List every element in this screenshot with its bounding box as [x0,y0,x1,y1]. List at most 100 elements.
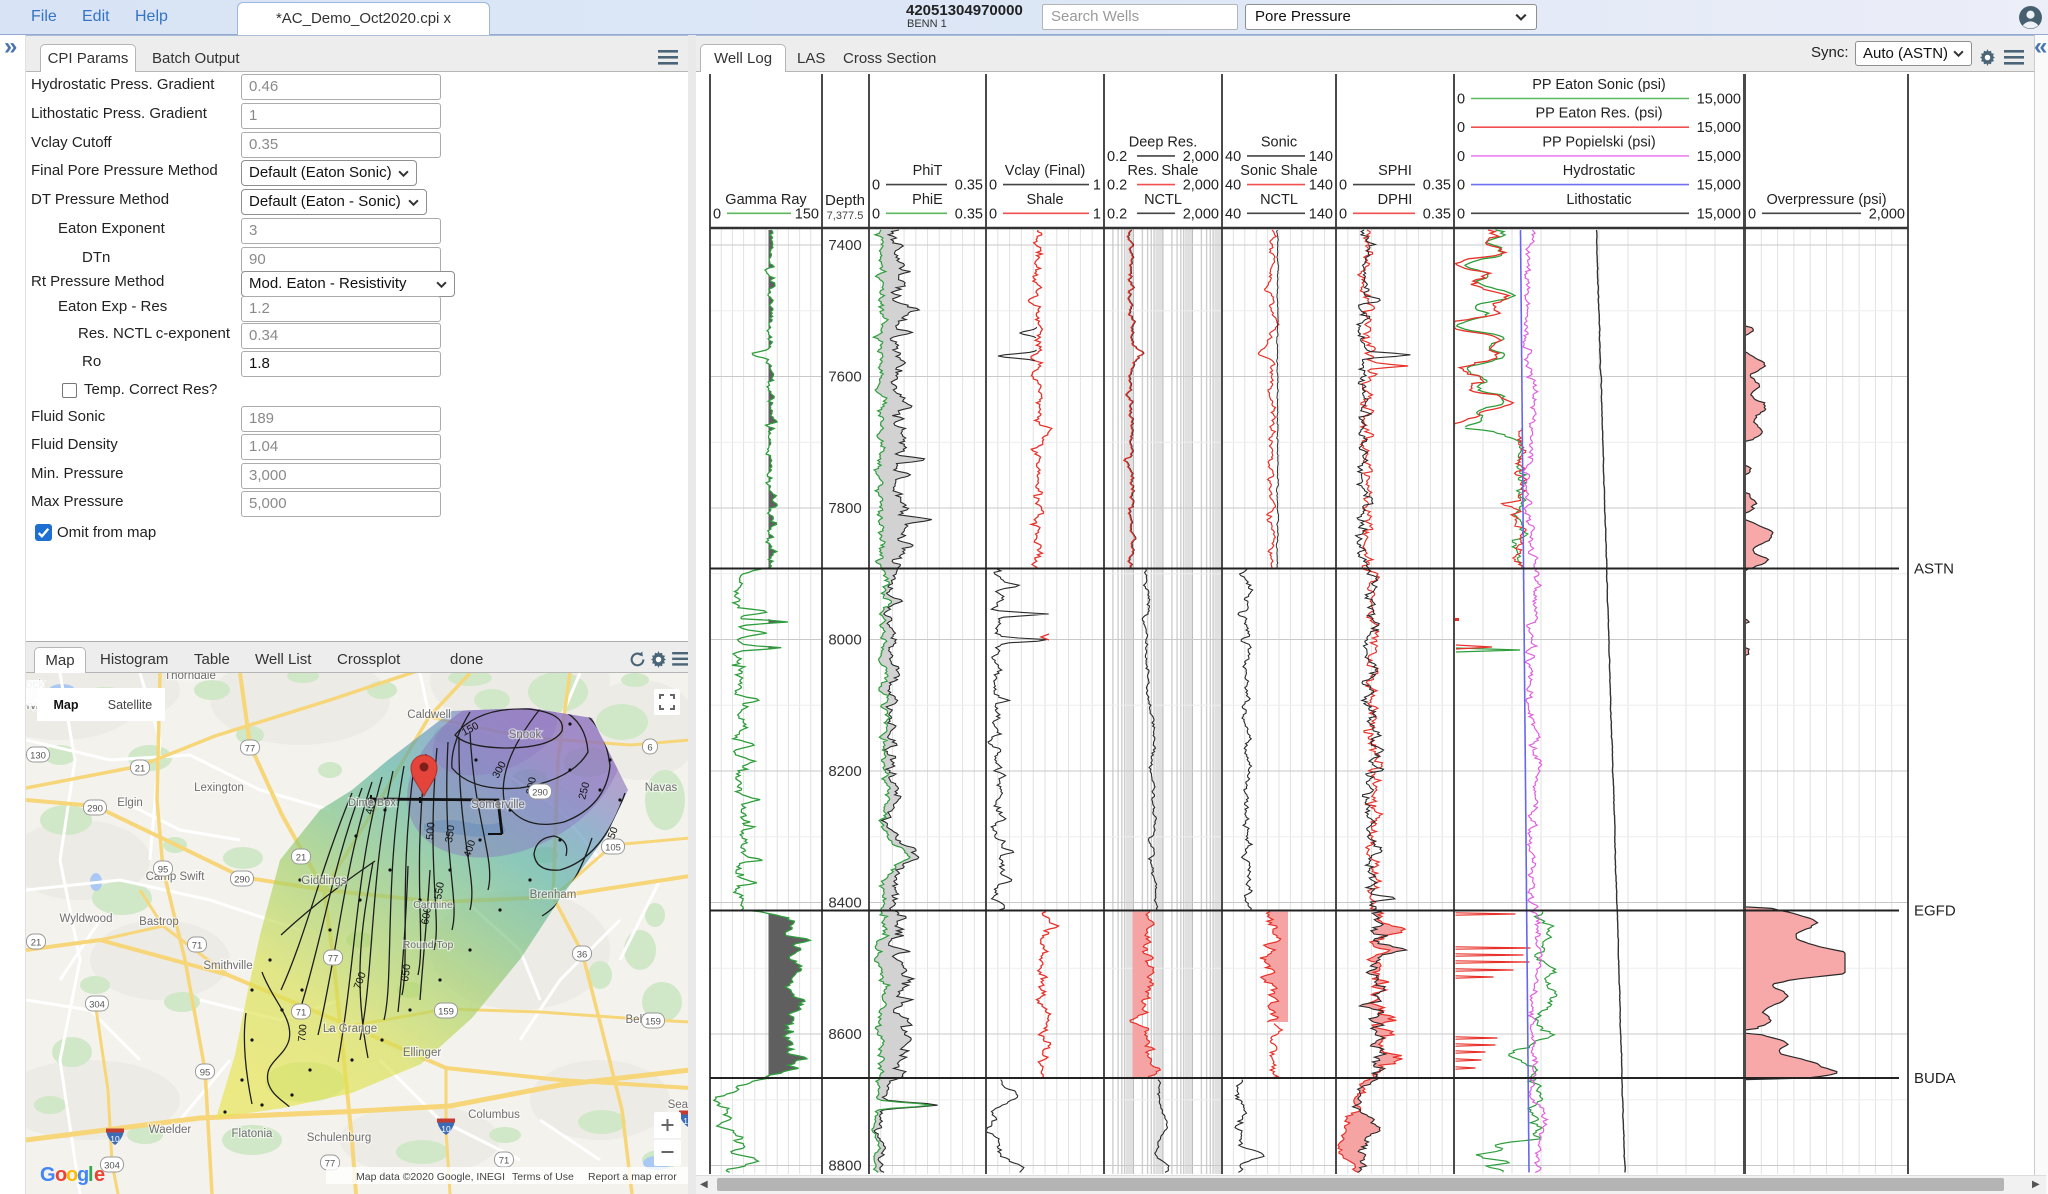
svg-text:ASTN: ASTN [1914,561,1954,578]
svg-text:PP Eaton Sonic (psi): PP Eaton Sonic (psi) [1532,77,1666,93]
svg-text:8800: 8800 [828,1158,861,1175]
svg-text:40: 40 [1225,178,1241,194]
svg-text:40: 40 [1225,149,1241,165]
svg-text:Snook: Snook [509,729,542,741]
svg-text:PP Popielski (psi): PP Popielski (psi) [1542,134,1655,150]
svg-text:Schulenburg: Schulenburg [307,1132,372,1144]
svg-text:21: 21 [31,938,42,949]
svg-text:290: 290 [234,875,250,886]
svg-text:0: 0 [1457,92,1465,108]
svg-text:15,000: 15,000 [1697,92,1741,108]
svg-text:2,000: 2,000 [1183,206,1219,222]
svg-text:Brenham: Brenham [530,889,577,901]
svg-text:159: 159 [645,1017,661,1028]
svg-text:EGFD: EGFD [1914,903,1956,920]
svg-text:150: 150 [795,206,819,222]
svg-text:Ellinger: Ellinger [403,1047,442,1059]
svg-text:77: 77 [328,954,339,965]
svg-text:350: 350 [443,824,457,843]
svg-text:290: 290 [532,788,548,799]
svg-text:Satellite: Satellite [108,698,153,712]
svg-text:0: 0 [872,178,880,194]
svg-text:Columbus: Columbus [468,1109,520,1121]
svg-text:71: 71 [296,1008,307,1019]
svg-text:NCTL: NCTL [1260,192,1298,208]
svg-text:2,000: 2,000 [1183,178,1219,194]
svg-text:l: l [88,1164,94,1186]
svg-text:G: G [40,1164,56,1186]
svg-text:0.35: 0.35 [1423,178,1451,194]
svg-text:10: 10 [110,1134,120,1144]
svg-text:0: 0 [1457,120,1465,136]
svg-text:7,377.5: 7,377.5 [827,210,864,222]
svg-text:7600: 7600 [828,369,861,386]
svg-text:PhiE: PhiE [912,192,943,208]
svg-text:Vclay (Final): Vclay (Final) [1005,163,1086,179]
svg-text:Thorndale: Thorndale [164,673,216,682]
svg-text:0: 0 [989,178,997,194]
svg-text:71: 71 [192,941,203,952]
svg-text:36: 36 [577,950,588,961]
svg-text:0.2: 0.2 [1107,206,1127,222]
svg-text:Giddings: Giddings [301,875,347,887]
svg-text:Flatonia: Flatonia [232,1128,274,1140]
svg-text:2,000: 2,000 [1869,206,1905,222]
svg-text:Report a map error: Report a map error [588,1171,677,1183]
svg-text:Dime Box: Dime Box [348,797,396,809]
svg-text:Wyldwood: Wyldwood [60,913,113,925]
svg-text:95: 95 [200,1068,211,1079]
svg-text:Somerville: Somerville [471,799,525,811]
svg-text:Map: Map [54,698,79,712]
svg-text:7400: 7400 [828,237,861,254]
svg-text:0: 0 [1457,178,1465,194]
svg-text:PhiT: PhiT [913,163,943,179]
svg-text:0: 0 [989,206,997,222]
svg-text:10: 10 [441,1124,451,1134]
svg-text:15,000: 15,000 [1697,149,1741,165]
svg-text:0.2: 0.2 [1107,178,1127,194]
svg-text:140: 140 [1309,178,1333,194]
svg-text:Shale: Shale [1026,192,1063,208]
svg-text:105: 105 [605,843,621,854]
svg-text:PP Eaton Res. (psi): PP Eaton Res. (psi) [1535,106,1662,122]
svg-text:0: 0 [713,206,721,222]
svg-text:Navas: Navas [645,782,678,794]
svg-text:40: 40 [1225,206,1241,222]
svg-text:304: 304 [104,1161,120,1172]
svg-text:8200: 8200 [828,763,861,780]
svg-text:290: 290 [87,804,103,815]
svg-text:SPHI: SPHI [1378,163,1412,179]
svg-text:0.35: 0.35 [955,206,983,222]
svg-text:Terms of Use: Terms of Use [512,1171,574,1183]
svg-text:BUDA: BUDA [1914,1070,1956,1087]
svg-text:0: 0 [872,206,880,222]
svg-text:15,000: 15,000 [1697,178,1741,194]
svg-text:Waelder: Waelder [149,1124,192,1136]
svg-text:Lexington: Lexington [194,782,244,794]
svg-text:Hydrostatic: Hydrostatic [1563,163,1636,179]
svg-text:1: 1 [1093,178,1101,194]
svg-text:130: 130 [30,751,46,762]
svg-text:8600: 8600 [828,1026,861,1043]
svg-text:21: 21 [296,853,307,864]
svg-text:Carmine: Carmine [413,899,453,911]
svg-text:Sealy: Sealy [668,1099,690,1111]
svg-text:650: 650 [399,963,413,982]
svg-text:Map data ©2020 Google, INEGI: Map data ©2020 Google, INEGI [356,1171,505,1183]
svg-text:Depth: Depth [825,192,865,209]
svg-text:8000: 8000 [828,632,861,649]
svg-text:500: 500 [424,822,437,841]
svg-text:700: 700 [296,1024,309,1043]
svg-text:Bastrop: Bastrop [139,916,179,928]
svg-text:Sonic: Sonic [1261,134,1297,150]
svg-text:159: 159 [438,1007,454,1018]
svg-text:Smithville: Smithville [203,960,252,972]
svg-text:Elgin: Elgin [117,797,143,809]
svg-text:77: 77 [245,744,256,755]
svg-text:95: 95 [158,865,169,876]
svg-text:0: 0 [1457,206,1465,222]
svg-text:NCTL: NCTL [1144,192,1182,208]
svg-text:Round Top: Round Top [403,939,454,951]
svg-text:304: 304 [89,1000,105,1011]
svg-text:1: 1 [1093,206,1101,222]
